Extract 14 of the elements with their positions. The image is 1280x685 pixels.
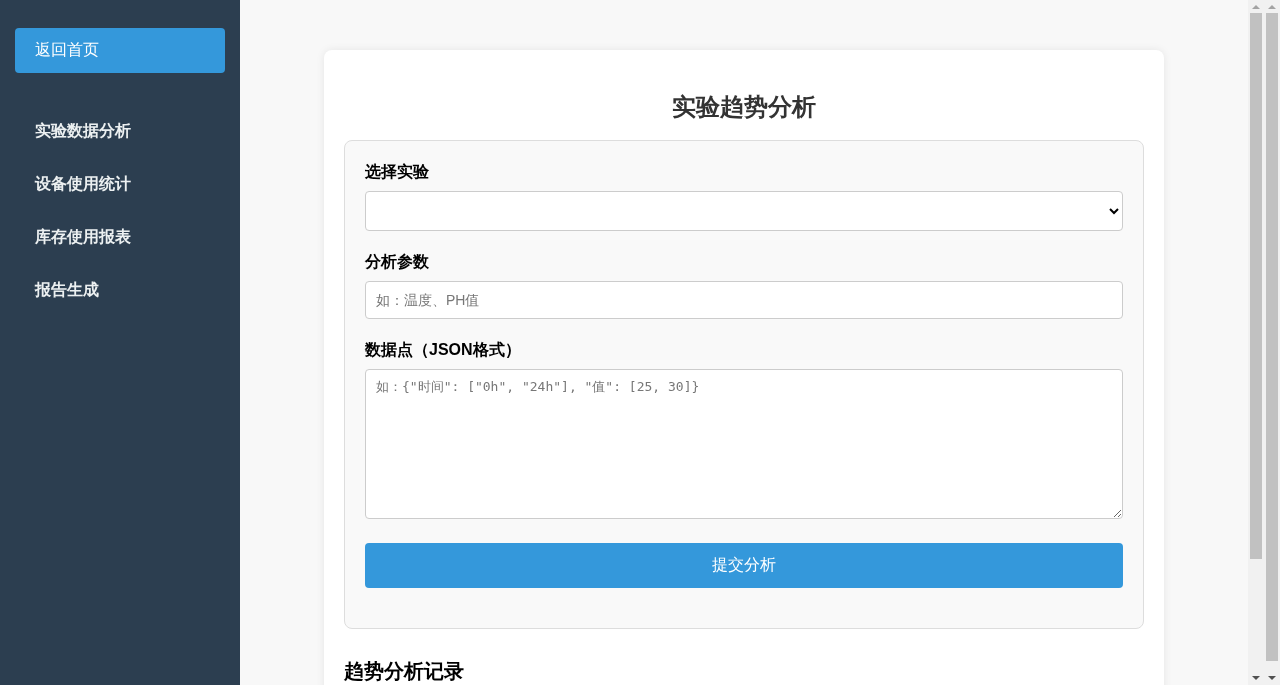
scrollbar[interactable] <box>1264 0 1280 685</box>
field-label: 选择实验 <box>365 162 429 182</box>
section-title: 趋势分析记录 <box>344 659 465 684</box>
nav-link[interactable]: 报告生成 <box>15 264 225 317</box>
page-title: 实验趋势分析 <box>671 92 817 122</box>
input-field[interactable]: 如：温度、PH值 <box>365 281 1123 319</box>
textarea-field[interactable]: 如：{"时间": ["0h", "24h"], "值": [25, 30]} <box>365 369 1123 519</box>
nav-link[interactable]: 库存使用报表 <box>15 211 225 264</box>
nav-link[interactable]: 设备使用统计 <box>15 158 225 211</box>
select-field[interactable] <box>365 191 1123 231</box>
field-label: 分析参数 <box>365 252 429 272</box>
nav-link[interactable]: 实验数据分析 <box>15 105 225 158</box>
scrollbar[interactable] <box>1248 0 1264 685</box>
field-label: 数据点（JSON格式） <box>365 340 521 360</box>
